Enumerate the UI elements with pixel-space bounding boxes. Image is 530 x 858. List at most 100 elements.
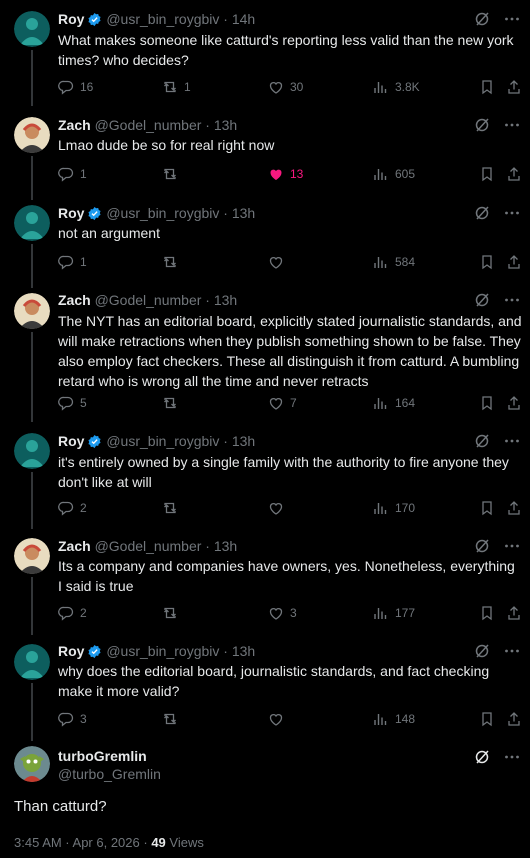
bookmark-button[interactable] — [479, 252, 495, 272]
views-button[interactable]: 148 — [373, 709, 415, 729]
repost-button[interactable] — [162, 603, 184, 623]
grok-icon[interactable] — [474, 641, 490, 661]
repost-button[interactable] — [162, 252, 184, 272]
author-handle[interactable]: @Godel_number — [95, 538, 202, 554]
reply-button[interactable]: 5 — [58, 393, 87, 413]
bookmark-button[interactable] — [479, 164, 495, 184]
tweet-text: Its a company and companies have owners,… — [58, 558, 515, 594]
more-options-icon[interactable] — [504, 641, 520, 661]
share-icon — [508, 606, 520, 620]
reply-button[interactable]: 1 — [58, 252, 87, 272]
bookmark-button[interactable] — [479, 603, 495, 623]
bookmark-button[interactable] — [479, 77, 495, 97]
timestamp[interactable]: 13h — [232, 205, 255, 221]
like-button[interactable] — [268, 709, 290, 729]
grok-icon[interactable] — [474, 431, 490, 451]
verified-badge-icon — [88, 434, 102, 449]
repost-button[interactable] — [162, 393, 184, 413]
share-button[interactable] — [506, 709, 522, 729]
author-name[interactable]: Roy — [58, 11, 84, 27]
avatar-roy[interactable] — [14, 644, 50, 680]
author-handle[interactable]: @usr_bin_roygbiv — [106, 643, 219, 659]
repost-button[interactable] — [162, 709, 184, 729]
views-button[interactable]: 605 — [373, 164, 415, 184]
timestamp[interactable]: 13h — [214, 292, 237, 308]
author-name[interactable]: Roy — [58, 433, 84, 449]
views-button[interactable]: 3.8K — [373, 77, 420, 97]
grok-icon[interactable] — [474, 290, 490, 310]
grok-icon[interactable] — [474, 9, 490, 29]
share-button[interactable] — [506, 498, 522, 518]
more-options-icon[interactable] — [504, 203, 520, 223]
grok-icon[interactable] — [474, 536, 490, 556]
avatar-turbogremlin[interactable] — [14, 746, 50, 782]
reply-button[interactable]: 16 — [58, 77, 93, 97]
avatar-roy[interactable] — [14, 433, 50, 469]
action-bar: 1 13 605 — [56, 164, 522, 184]
timestamp[interactable]: 13h — [232, 643, 255, 659]
like-button[interactable]: 3 — [268, 603, 297, 623]
share-button[interactable] — [506, 393, 522, 413]
share-button[interactable] — [506, 164, 522, 184]
share-button[interactable] — [506, 603, 522, 623]
like-button[interactable] — [268, 498, 290, 518]
views-button[interactable]: 170 — [373, 498, 415, 518]
share-icon — [508, 255, 520, 269]
author-name[interactable]: Zach — [58, 117, 91, 133]
author-handle[interactable]: @Godel_number — [95, 117, 202, 133]
more-options-icon[interactable] — [504, 9, 520, 29]
author-handle[interactable]: @turbo_Gremlin — [58, 764, 161, 784]
more-options-icon[interactable] — [504, 290, 520, 310]
avatar-roy[interactable] — [14, 11, 50, 47]
timestamp[interactable]: 14h — [232, 11, 255, 27]
bookmark-button[interactable] — [479, 498, 495, 518]
avatar-zach[interactable] — [14, 117, 50, 153]
author-name[interactable]: Roy — [58, 205, 84, 221]
avatar-roy[interactable] — [14, 205, 50, 241]
tweet-timestamp[interactable]: 3:45 AM · Apr 6, 2026 · — [14, 835, 151, 850]
like-button[interactable] — [268, 252, 290, 272]
views-button[interactable]: 164 — [373, 393, 415, 413]
repost-button[interactable] — [162, 164, 184, 184]
timestamp[interactable]: 13h — [232, 433, 255, 449]
repost-button[interactable] — [162, 498, 184, 518]
timestamp[interactable]: 13h — [214, 117, 237, 133]
avatar-zach[interactable] — [14, 293, 50, 329]
bookmark-button[interactable] — [479, 393, 495, 413]
share-button[interactable] — [506, 252, 522, 272]
avatar-zach[interactable] — [14, 538, 50, 574]
like-button[interactable]: 7 — [268, 393, 297, 413]
author-name[interactable]: turboGremlin — [58, 746, 147, 766]
bookmark-button[interactable] — [479, 709, 495, 729]
grok-icon[interactable] — [474, 115, 490, 135]
reply-button[interactable]: 2 — [58, 498, 87, 518]
author-name[interactable]: Zach — [58, 292, 91, 308]
like-button[interactable]: 13 — [268, 164, 303, 184]
main-tweet: turboGremlin @turbo_Gremlin Than catturd… — [0, 741, 530, 858]
views-button[interactable]: 177 — [373, 603, 415, 623]
reply-button[interactable]: 3 — [58, 709, 87, 729]
grok-icon[interactable] — [474, 203, 490, 223]
author-name[interactable]: Zach — [58, 538, 91, 554]
repost-icon — [164, 168, 176, 180]
more-options-icon[interactable] — [504, 115, 520, 135]
like-button[interactable]: 30 — [268, 77, 303, 97]
author-handle[interactable]: @Godel_number — [95, 292, 202, 308]
more-options-icon[interactable] — [504, 747, 520, 767]
more-options-icon[interactable] — [504, 431, 520, 451]
author-name[interactable]: Roy — [58, 643, 84, 659]
heart-icon — [269, 503, 283, 515]
author-handle[interactable]: @usr_bin_roygbiv — [106, 11, 219, 27]
repost-icon — [164, 502, 176, 514]
reply-button[interactable]: 2 — [58, 603, 87, 623]
views-icon — [374, 503, 387, 514]
author-handle[interactable]: @usr_bin_roygbiv — [106, 205, 219, 221]
reply-button[interactable]: 1 — [58, 164, 87, 184]
timestamp[interactable]: 13h — [214, 538, 237, 554]
grok-icon[interactable] — [474, 747, 490, 767]
more-options-icon[interactable] — [504, 536, 520, 556]
author-handle[interactable]: @usr_bin_roygbiv — [106, 433, 219, 449]
share-button[interactable] — [506, 77, 522, 97]
repost-button[interactable]: 1 — [162, 77, 191, 97]
views-button[interactable]: 584 — [373, 252, 415, 272]
